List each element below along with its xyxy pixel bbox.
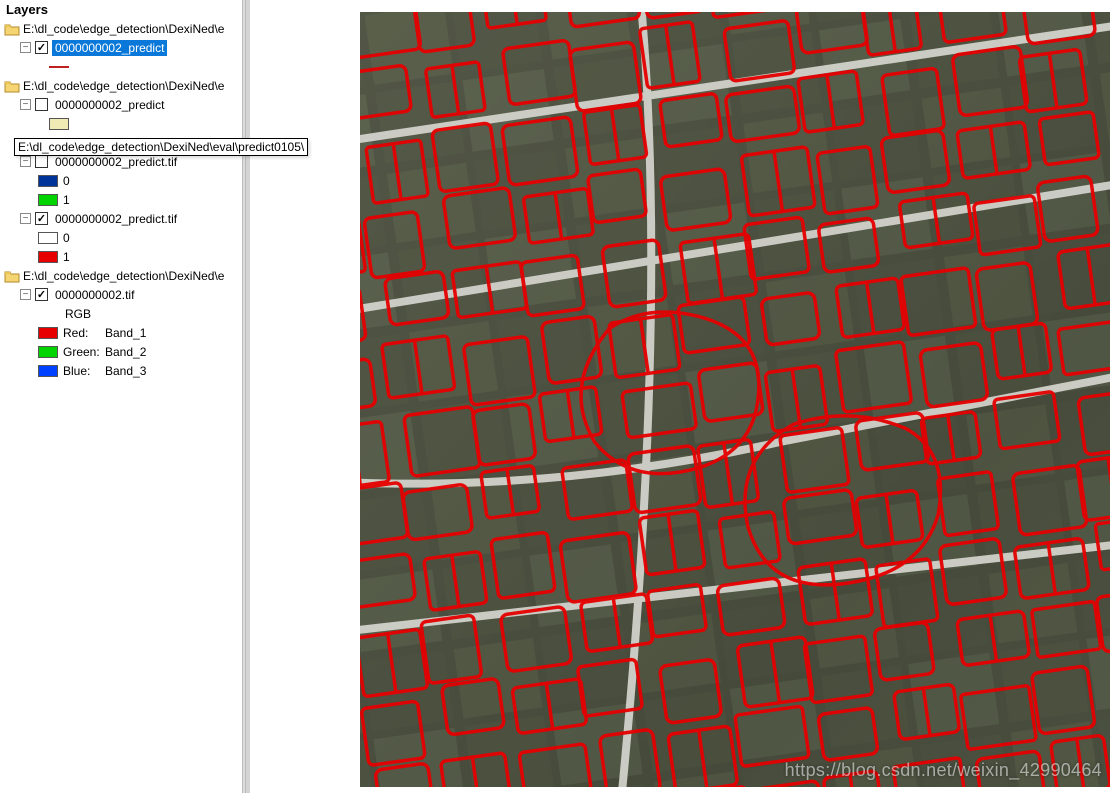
layer-row[interactable]: − 0000000002.tif	[4, 285, 246, 304]
group-path-text: E:\dl_code\edge_detection\DexiNed\e	[23, 269, 246, 283]
layer-name: 0000000002.tif	[52, 287, 137, 303]
expander-icon[interactable]: −	[20, 42, 31, 53]
panel-title: Layers	[4, 2, 246, 19]
panel-resize-handle[interactable]	[242, 0, 246, 793]
band-color-icon	[38, 365, 58, 377]
line-symbol-icon	[49, 66, 69, 68]
layers-panel: Layers E:\dl_code\edge_detection\DexiNed…	[0, 0, 250, 793]
group-path[interactable]: E:\dl_code\edge_detection\DexiNed\e	[4, 76, 246, 95]
layer-name: 0000000002_predict	[52, 40, 167, 56]
group-path-text: E:\dl_code\edge_detection\DexiNed\e	[23, 22, 246, 36]
class-label: 1	[63, 193, 70, 207]
tooltip-text: E:\dl_code\edge_detection\DexiNed\eval\p…	[18, 140, 304, 154]
layer-symbol	[4, 57, 246, 76]
class-label: 0	[63, 231, 70, 245]
group-path-text: E:\dl_code\edge_detection\DexiNed\e	[23, 79, 246, 93]
band-row: Green: Band_2	[4, 342, 246, 361]
layer-checkbox[interactable]	[35, 288, 48, 301]
band-color-icon	[38, 346, 58, 358]
group-path[interactable]: E:\dl_code\edge_detection\DexiNed\e	[4, 19, 246, 38]
band-channel-label: Green:	[63, 345, 105, 359]
class-row: 1	[4, 247, 246, 266]
class-label: 0	[63, 174, 70, 188]
layer-checkbox[interactable]	[35, 155, 48, 168]
folder-icon	[4, 79, 20, 93]
band-name: Band_2	[105, 345, 146, 359]
layer-row[interactable]: − 0000000002_predict	[4, 95, 246, 114]
layer-checkbox[interactable]	[35, 212, 48, 225]
class-row: 0	[4, 228, 246, 247]
class-label: 1	[63, 250, 70, 264]
layer-row[interactable]: − 0000000002_predict.tif	[4, 209, 246, 228]
band-color-icon	[38, 327, 58, 339]
layer-checkbox[interactable]	[35, 98, 48, 111]
expander-icon[interactable]: −	[20, 156, 31, 167]
band-channel-label: Red:	[63, 326, 105, 340]
expander-icon[interactable]: −	[20, 99, 31, 110]
band-name: Band_3	[105, 364, 146, 378]
layer-checkbox[interactable]	[35, 41, 48, 54]
expander-icon[interactable]: −	[20, 213, 31, 224]
band-row: Red: Band_1	[4, 323, 246, 342]
folder-icon	[4, 269, 20, 283]
band-name: Band_1	[105, 326, 146, 340]
class-color-icon	[38, 194, 58, 206]
layer-row[interactable]: − 0000000002_predict	[4, 38, 246, 57]
class-color-icon	[38, 232, 58, 244]
map-svg	[360, 12, 1110, 787]
class-color-icon	[38, 251, 58, 263]
expander-icon[interactable]: −	[20, 289, 31, 300]
class-row: 1	[4, 190, 246, 209]
path-tooltip: E:\dl_code\edge_detection\DexiNed\eval\p…	[14, 138, 308, 156]
band-row: Blue: Band_3	[4, 361, 246, 380]
folder-icon	[4, 22, 20, 36]
class-color-icon	[38, 175, 58, 187]
class-row: 0	[4, 171, 246, 190]
group-path[interactable]: E:\dl_code\edge_detection\DexiNed\e	[4, 266, 246, 285]
layer-name: 0000000002_predict.tif	[52, 211, 180, 227]
rgb-label: RGB	[65, 307, 91, 321]
map-viewport[interactable]: https://blog.csdn.net/weixin_42990464	[360, 12, 1110, 787]
band-channel-label: Blue:	[63, 364, 105, 378]
layer-name: 0000000002_predict	[52, 97, 167, 113]
rgb-label-row: RGB	[4, 304, 246, 323]
fill-symbol-icon	[49, 118, 69, 130]
layer-symbol	[4, 114, 246, 133]
